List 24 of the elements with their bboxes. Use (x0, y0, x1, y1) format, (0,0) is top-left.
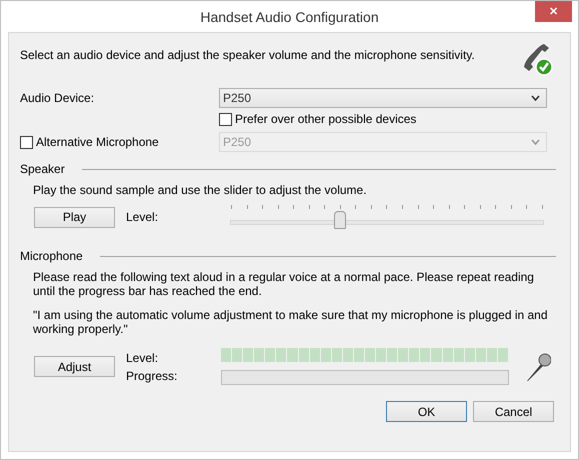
microphone-icon (525, 352, 551, 382)
intro-text: Select an audio device and adjust the speaker volume and the microphone sensitivity. (20, 47, 475, 64)
cancel-button[interactable]: Cancel (473, 401, 554, 422)
caret-icon (531, 139, 540, 145)
play-button[interactable]: Play (34, 206, 115, 228)
window-title: Handset Audio Configuration (200, 8, 379, 24)
handset-check-icon (522, 42, 554, 76)
speaker-heading: Speaker (20, 162, 65, 176)
volume-slider-thumb[interactable] (334, 211, 346, 229)
microphone-instruction: Please read the following text aloud in a regular voice at a normal pace. Please repeat reading until the progress bar has reached the end. (33, 270, 535, 298)
level-label: Level: (126, 350, 160, 366)
adjust-button[interactable]: Adjust (34, 356, 115, 377)
close-button[interactable]: ✕ (535, 1, 572, 22)
progress-label: Progress: (126, 368, 178, 384)
volume-slider-track[interactable] (230, 211, 544, 229)
microphone-heading: Microphone (20, 249, 83, 263)
speaker-instruction: Play the sound sample and use the slider to adjust the volume. (33, 183, 368, 197)
audio-device-label: Audio Device: (20, 91, 96, 105)
sample-quote: "I am using the automatic volume adjustment to make sure that my microphone is plugged in and working properly." (33, 308, 549, 336)
ok-button[interactable]: OK (386, 401, 467, 422)
caret-icon (531, 95, 540, 101)
level-label: Level: (126, 210, 160, 224)
audio-device-dropdown[interactable]: P250 (219, 88, 547, 108)
prefer-checkbox[interactable]: Prefer over other possible devices (219, 112, 416, 126)
